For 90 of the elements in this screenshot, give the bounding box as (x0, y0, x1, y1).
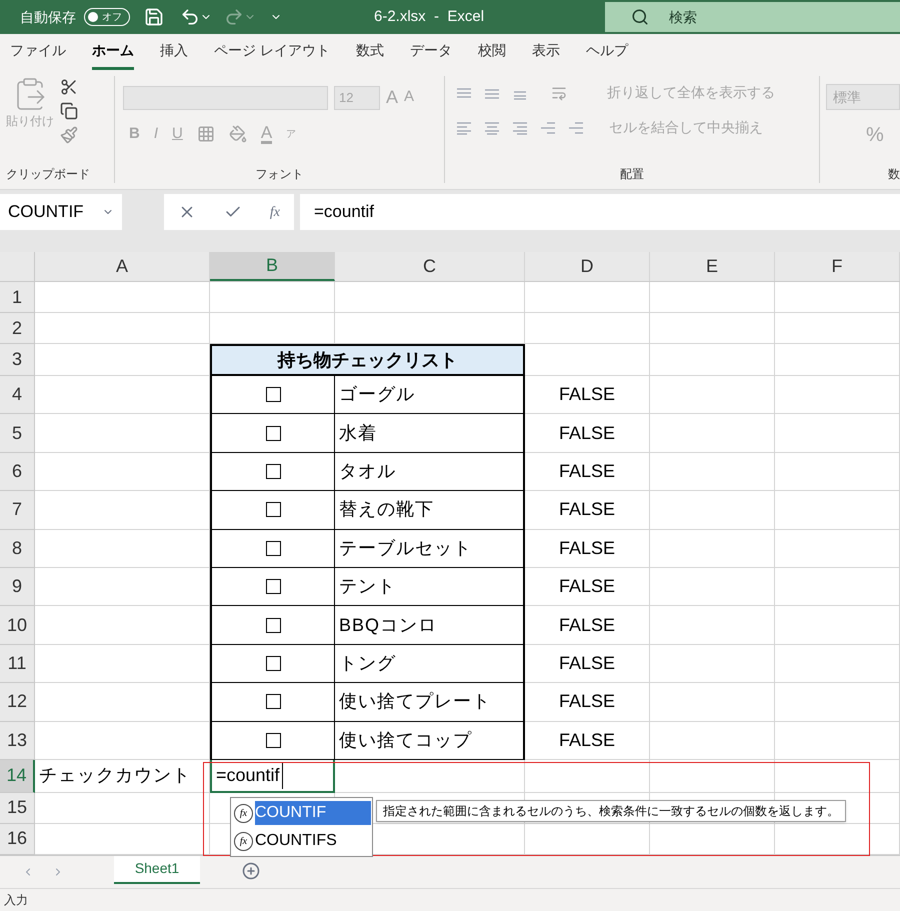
table-cell: FALSE (525, 644, 650, 684)
ribbon-tab[interactable]: 校閲 (478, 34, 506, 70)
column-header[interactable]: D (525, 252, 650, 281)
table-cell: 使い捨てコップ (335, 722, 525, 760)
row-header[interactable]: 7 (0, 491, 35, 530)
undo-icon[interactable] (180, 7, 200, 27)
table-cell: タオル (335, 452, 525, 492)
formula-field[interactable]: =countif (300, 194, 900, 230)
checkbox[interactable] (266, 387, 280, 402)
format-painter-icon[interactable] (60, 126, 78, 144)
row-header[interactable]: 6 (0, 452, 35, 492)
add-sheet-icon[interactable] (242, 862, 260, 880)
row-header[interactable]: 9 (0, 568, 35, 606)
row-header[interactable]: 2 (0, 313, 35, 344)
column-header[interactable]: F (775, 252, 900, 281)
search-field[interactable]: 検索 (605, 2, 900, 32)
function-tooltip: 指定された範囲に含まれるセルのうち、検索条件に一致するセルの個数を返します。 (376, 800, 846, 822)
checkbox[interactable] (266, 656, 280, 671)
table-cell: チェックカウント (35, 760, 210, 793)
row-header[interactable]: 16 (0, 824, 35, 855)
table-cell: FALSE (525, 722, 650, 760)
copy-icon[interactable] (60, 102, 78, 120)
table-cell: FALSE (525, 376, 650, 414)
row-header[interactable]: 10 (0, 606, 35, 645)
table-cell: FALSE (525, 530, 650, 568)
table-cell: FALSE (525, 606, 650, 645)
ribbon-tab[interactable]: データ (410, 34, 452, 70)
row-header[interactable]: 14 (0, 760, 35, 793)
row-header[interactable]: 5 (0, 414, 35, 453)
row-header[interactable]: 8 (0, 530, 35, 568)
autosave-toggle[interactable]: オフ (84, 8, 130, 26)
cut-icon[interactable] (60, 78, 78, 96)
table-cell: FALSE (525, 568, 650, 606)
table-cell: テント (335, 568, 525, 606)
ribbon-tab[interactable]: ページ レイアウト (214, 34, 330, 70)
row-header[interactable]: 1 (0, 282, 35, 313)
status-mode: 入力 (4, 892, 28, 909)
checkbox[interactable] (266, 426, 280, 441)
fill-color-icon[interactable] (228, 125, 247, 144)
table-cell: FALSE (525, 414, 650, 453)
sheet-tab[interactable]: Sheet1 (114, 856, 200, 884)
table-cell: トング (335, 644, 525, 684)
checkbox[interactable] (266, 502, 280, 518)
cell-editor[interactable]: =countif (216, 762, 283, 789)
column-header[interactable]: E (650, 252, 775, 281)
group-label: クリップボード (5, 166, 91, 183)
column-header[interactable]: C (335, 252, 525, 281)
checkbox[interactable] (266, 694, 280, 710)
table-title: 持ち物チェックリスト (210, 344, 525, 376)
ribbon-tab[interactable]: ファイル (10, 34, 66, 70)
active-cell[interactable]: =countif (210, 760, 335, 793)
save-icon[interactable] (144, 7, 164, 27)
table-cell: BBQコンロ (335, 606, 525, 645)
table-cell: FALSE (525, 452, 650, 492)
table-cell: FALSE (525, 491, 650, 530)
checkbox[interactable] (266, 732, 280, 748)
table-cell: 使い捨てプレート (335, 683, 525, 722)
row-header[interactable]: 15 (0, 792, 35, 824)
table-cell: 水着 (335, 414, 525, 453)
insert-function-button[interactable]: fx (270, 202, 280, 222)
table-cell: 替えの靴下 (335, 491, 525, 530)
font-name-field[interactable] (123, 86, 328, 110)
table-cell: FALSE (525, 683, 650, 722)
ribbon-tab[interactable]: 表示 (532, 34, 560, 70)
row-header[interactable]: 11 (0, 644, 35, 684)
checkbox[interactable] (266, 464, 280, 479)
checkbox[interactable] (266, 540, 280, 556)
group-label: 配置 (620, 166, 644, 183)
table-cell: テーブルセット (335, 530, 525, 568)
checkbox[interactable] (266, 579, 280, 594)
autocomplete-list[interactable]: fx COUNTIF fx COUNTIFS (230, 797, 373, 857)
window-title: 6-2.xlsx - Excel (374, 6, 484, 27)
ribbon-tab[interactable]: 数式 (356, 34, 384, 70)
group-label: フォント (256, 166, 304, 183)
function-icon: fx (234, 804, 253, 822)
row-header[interactable]: 3 (0, 344, 35, 376)
group-label: 数 (888, 166, 900, 183)
table-cell: ゴーグル (335, 376, 525, 414)
ribbon-tab[interactable]: ヘルプ (586, 34, 628, 70)
function-icon: fx (234, 832, 253, 850)
search-icon (631, 8, 649, 26)
row-header[interactable]: 13 (0, 722, 35, 760)
ribbon-tab[interactable]: 挿入 (160, 34, 188, 70)
row-header[interactable]: 12 (0, 683, 35, 722)
row-header[interactable]: 4 (0, 376, 35, 414)
autosave-label: 自動保存 (20, 8, 76, 26)
autocomplete-item[interactable]: fx COUNTIFS (232, 827, 371, 855)
checkbox[interactable] (266, 618, 280, 633)
column-header[interactable]: B (210, 252, 335, 281)
name-box[interactable]: COUNTIF (0, 194, 122, 230)
